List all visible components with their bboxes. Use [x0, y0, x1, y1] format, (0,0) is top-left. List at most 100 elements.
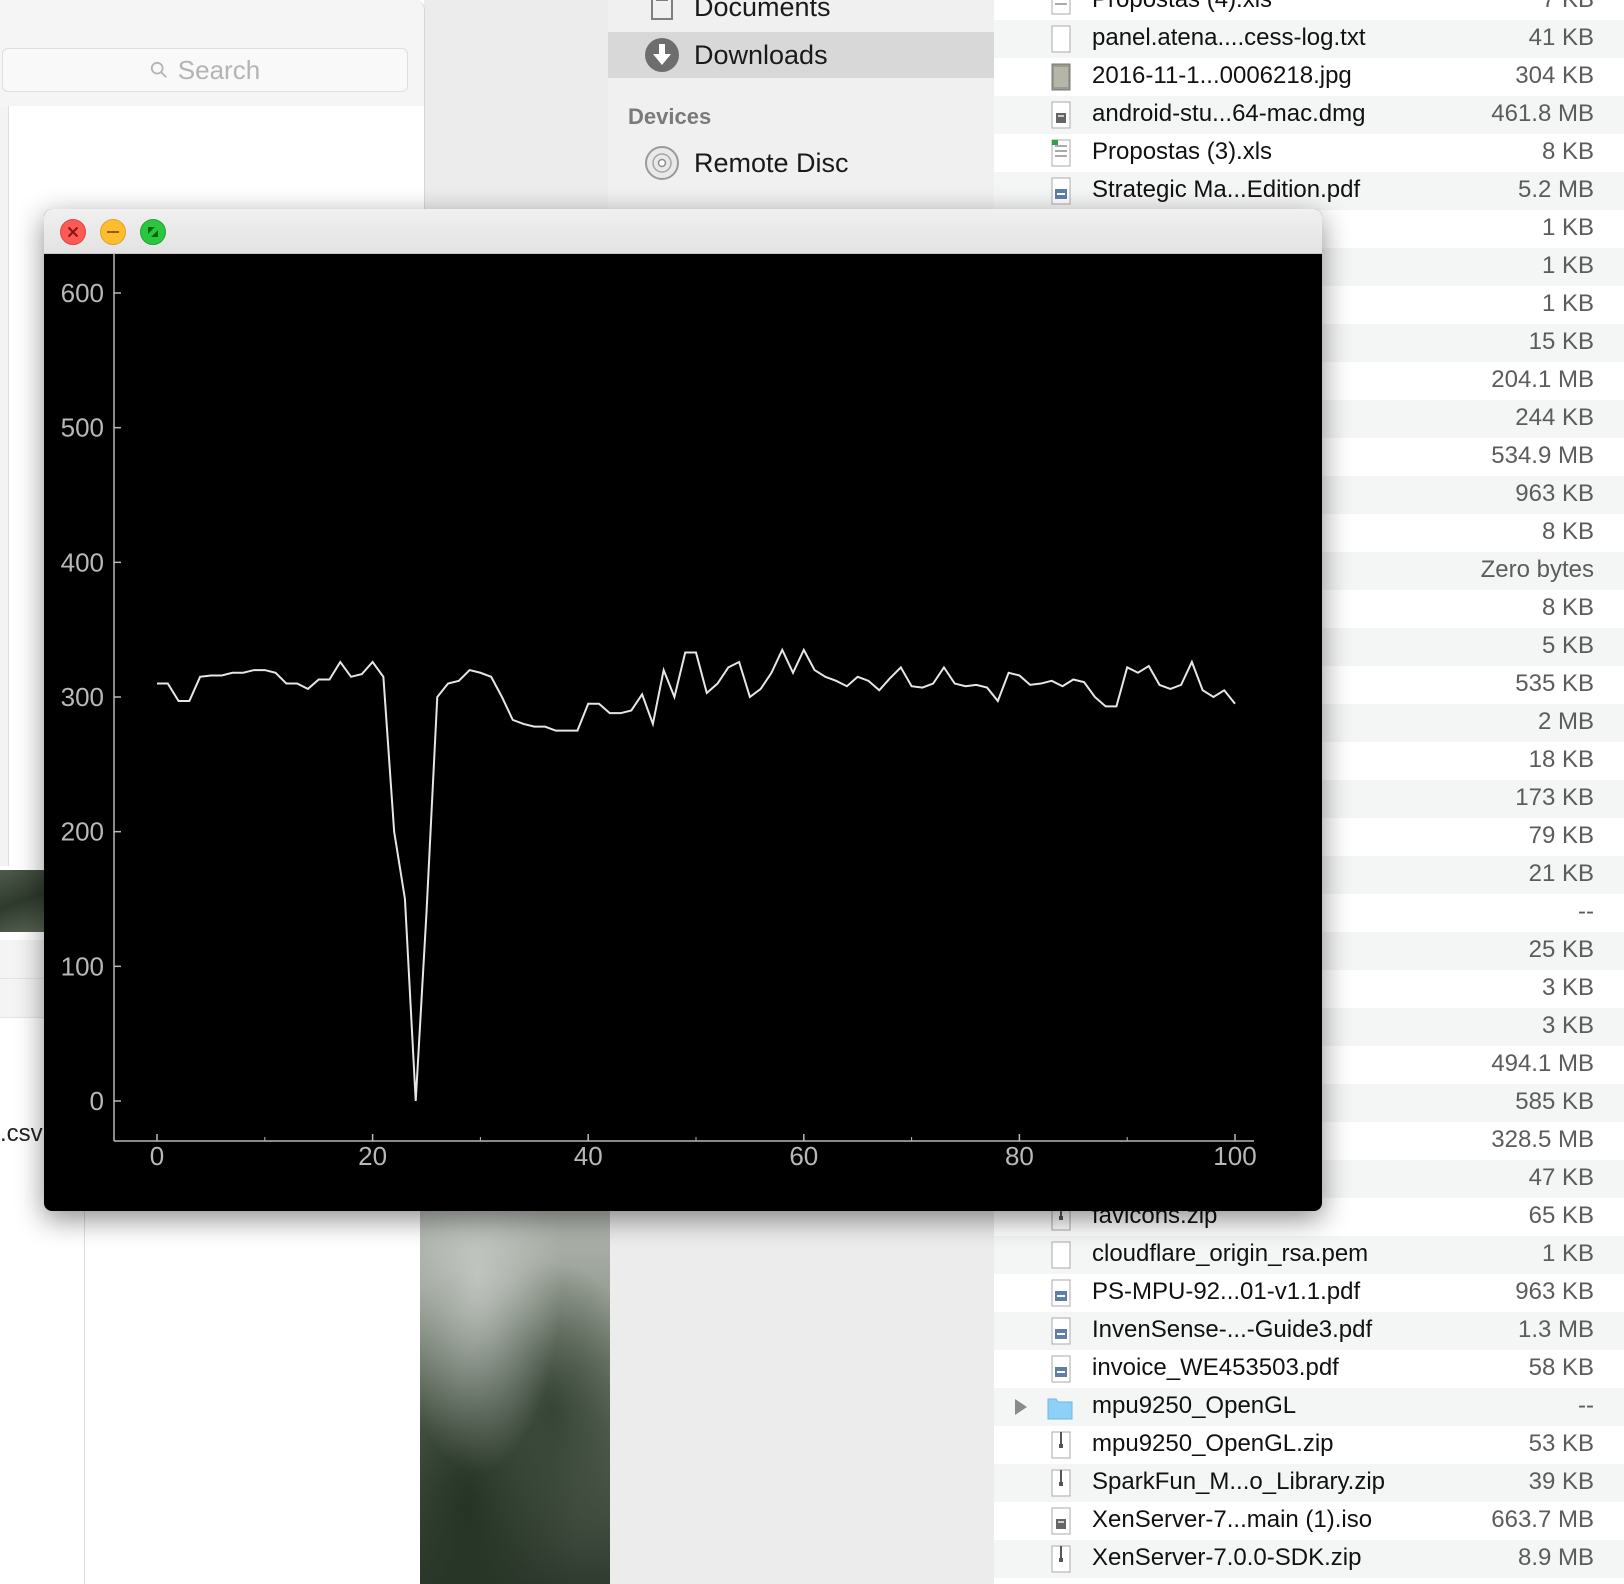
file-size: 3 KB	[1541, 1012, 1594, 1039]
pdf-file-icon	[1051, 1279, 1071, 1307]
y-tick-label: 300	[61, 682, 104, 712]
file-name: cloudflare_origin_rsa.pem	[1092, 1240, 1369, 1267]
y-tick-label: 600	[61, 278, 104, 308]
zip-file-icon	[1051, 1545, 1071, 1573]
search-placeholder: Search	[177, 54, 261, 85]
file-size: 53 KB	[1528, 1430, 1594, 1457]
file-name: XenServer-7.0.0-SDK.zip	[1092, 1544, 1362, 1571]
file-row[interactable]: panel.atena....cess-log.txt 41 KB	[994, 20, 1624, 58]
photo-thumbnail-left	[0, 870, 44, 932]
file-name: mpu9250_OpenGL	[1092, 1392, 1297, 1419]
x-tick-label: 20	[358, 1141, 387, 1171]
x-tick-label: 80	[1005, 1141, 1034, 1171]
text-file-icon	[1051, 1241, 1071, 1269]
sidebar-item-label: Documents	[694, 0, 831, 22]
magnifier-icon	[150, 61, 167, 78]
search-field[interactable]: Search	[2, 48, 408, 92]
sidebar-section-devices: Devices	[628, 104, 712, 129]
file-name: XenServer-7...main (1).iso	[1092, 1506, 1373, 1533]
sidebar-item-documents[interactable]: Documents	[608, 0, 994, 30]
file-size: 15 KB	[1528, 328, 1594, 355]
pdf-file-icon	[1051, 1355, 1071, 1383]
pdf-file-icon	[1051, 1317, 1071, 1345]
file-row[interactable]: 2016-11-1...0006218.jpg 304 KB	[994, 58, 1624, 96]
file-name: Propostas (3).xls	[1092, 138, 1273, 165]
file-size: 2 MB	[1537, 708, 1594, 735]
forest-wallpaper-thumbnail	[420, 1200, 610, 1584]
file-row[interactable]: SparkFun_M...o_Library.zip 39 KB	[994, 1464, 1624, 1502]
file-size: 585 KB	[1515, 1088, 1594, 1115]
file-row[interactable]: Propostas (4).xls 7 KB	[994, 0, 1624, 20]
file-size: 328.5 MB	[1491, 1126, 1594, 1153]
file-size: 1.3 MB	[1517, 1316, 1594, 1343]
file-size: 25 KB	[1528, 936, 1594, 963]
file-name: 2016-11-1...0006218.jpg	[1092, 62, 1352, 89]
file-row[interactable]: Propostas (3).xls 8 KB	[994, 134, 1624, 172]
file-row[interactable]: invoice_WE453503.pdf 58 KB	[994, 1350, 1624, 1388]
plot-window-titlebar[interactable]	[44, 209, 1322, 254]
file-size: 8 KB	[1541, 138, 1594, 165]
spreadsheet-icon	[1051, 139, 1071, 167]
sidebar-item-label: Remote Disc	[694, 147, 849, 178]
x-tick-label: 60	[789, 1141, 818, 1171]
minimize-button[interactable]	[100, 219, 126, 245]
sidebar-item-label: Downloads	[694, 39, 828, 70]
file-size: 1 KB	[1541, 214, 1594, 241]
file-name: InvenSense-...-Guide3.pdf	[1092, 1316, 1373, 1343]
folder-icon	[1047, 1398, 1073, 1420]
file-row[interactable]: android-stu...64-mac.dmg 461.8 MB	[994, 96, 1624, 134]
download-arrow-icon	[645, 38, 679, 72]
left-window-divider	[84, 1210, 85, 1584]
file-size: 535 KB	[1515, 670, 1594, 697]
file-size: 8 KB	[1541, 518, 1594, 545]
file-row[interactable]: mpu9250_OpenGL.zip 53 KB	[994, 1426, 1624, 1464]
y-tick-label: 200	[61, 817, 104, 847]
file-size: 41 KB	[1528, 24, 1594, 51]
file-size: 663.7 MB	[1491, 1506, 1594, 1533]
file-size: 963 KB	[1515, 1278, 1594, 1305]
zoom-button[interactable]	[140, 219, 166, 245]
file-row[interactable]: InvenSense-...-Guide3.pdf 1.3 MB	[994, 1312, 1624, 1350]
plot-window: 0 100 200 300 400 500 600 0 20 40 60 80 100	[44, 209, 1322, 1211]
left-window-toolbar: Search	[0, 0, 425, 107]
file-size: 494.1 MB	[1491, 1050, 1594, 1077]
file-row[interactable]: mpu9250_OpenGL --	[994, 1388, 1624, 1426]
file-size: 304 KB	[1515, 62, 1594, 89]
pdf-file-icon	[1051, 177, 1071, 205]
left-window-rows	[0, 940, 44, 1018]
file-size: 65 KB	[1528, 1202, 1594, 1229]
file-size: Zero bytes	[1480, 556, 1594, 583]
zip-file-icon	[1051, 1431, 1071, 1459]
file-row[interactable]: Strategic Ma...Edition.pdf 5.2 MB	[994, 172, 1624, 210]
sidebar-item-remote-disc[interactable]: Remote Disc	[608, 140, 994, 186]
file-size: 47 KB	[1528, 1164, 1594, 1191]
close-button[interactable]	[60, 219, 86, 245]
disk-image-icon	[1051, 101, 1071, 129]
file-name: Propostas (4).xls	[1092, 0, 1272, 14]
close-icon	[67, 226, 79, 238]
file-size: 18 KB	[1528, 746, 1594, 773]
file-row[interactable]: XenServer-7.0.0-SDK.zip 8.9 MB	[994, 1540, 1624, 1578]
file-row[interactable]: cloudflare_origin_rsa.pem 1 KB	[994, 1236, 1624, 1274]
file-size: 3 KB	[1541, 974, 1594, 1001]
csv-filename-fragment: .csv	[0, 1120, 43, 1147]
documents-icon	[651, 0, 673, 20]
file-name: panel.atena....cess-log.txt	[1092, 24, 1366, 51]
disclosure-triangle-icon[interactable]	[1010, 1395, 1032, 1419]
x-tick-label: 40	[574, 1141, 603, 1171]
file-name: PS-MPU-92...01-v1.1.pdf	[1092, 1278, 1361, 1305]
sidebar-item-downloads[interactable]: Downloads	[608, 32, 994, 78]
data-series-line	[157, 647, 1236, 1102]
finder-sidebar: Documents Downloads Devices Remote Disc	[608, 0, 994, 210]
disc-icon	[645, 146, 679, 180]
y-tick-label: 0	[90, 1086, 104, 1116]
file-row[interactable]: XenServer-7...main (1).iso 663.7 MB	[994, 1502, 1624, 1540]
file-row[interactable]: PS-MPU-92...01-v1.1.pdf 963 KB	[994, 1274, 1624, 1312]
file-size: 7 KB	[1542, 0, 1594, 14]
file-size: 5 KB	[1541, 632, 1594, 659]
file-name: SparkFun_M...o_Library.zip	[1092, 1468, 1386, 1495]
file-size: 963 KB	[1515, 480, 1594, 507]
disk-image-icon	[1051, 1507, 1071, 1535]
file-size: 1 KB	[1541, 290, 1594, 317]
file-size: 461.8 MB	[1491, 100, 1594, 127]
